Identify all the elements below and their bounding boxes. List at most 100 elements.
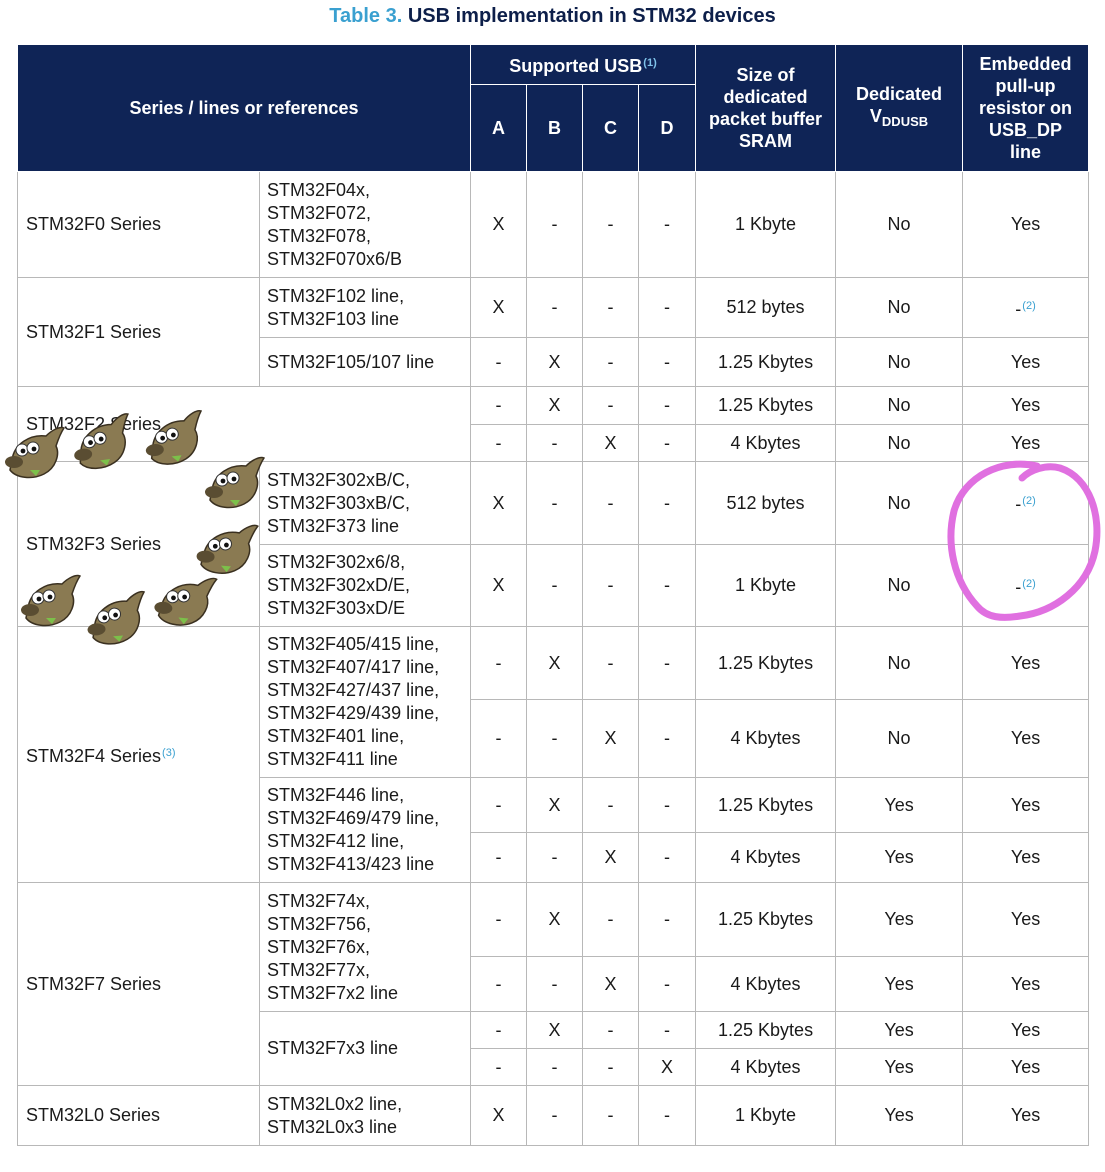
line-reference: STM32F401 line, bbox=[267, 726, 405, 746]
pullup-cell: Yes bbox=[962, 832, 1090, 883]
line-reference: STM32F446 line, bbox=[267, 785, 405, 805]
line-reference: STM32F412 line, bbox=[267, 831, 405, 851]
pullup-cell: Yes bbox=[962, 882, 1090, 957]
usb-c-cell: X bbox=[582, 832, 640, 883]
buffer-cell: 4 Kbytes bbox=[695, 956, 837, 1012]
buffer-cell: 1.25 Kbytes bbox=[695, 882, 837, 957]
usb-a-cell: - bbox=[470, 832, 528, 883]
buffer-cell: 1.25 Kbytes bbox=[695, 386, 837, 425]
buffer-cell: 1.25 Kbytes bbox=[695, 626, 837, 700]
line-reference: STM32F76x, bbox=[267, 936, 371, 957]
header-usb-d: D bbox=[638, 84, 697, 172]
header-usb-a: A bbox=[470, 84, 528, 172]
lines-cell: STM32L0x2 line, STM32L0x3 line bbox=[258, 1085, 472, 1146]
line-reference: STM32F7x2 line bbox=[267, 982, 399, 1003]
lines-cell: STM32F446 line, STM32F469/479 line, STM32F… bbox=[258, 777, 472, 883]
header-pullup: Embedded pull-up resistor on USB_DP line bbox=[962, 44, 1090, 172]
usb-a-cell: - bbox=[470, 956, 528, 1012]
line-reference: STM32F407/417 line, bbox=[267, 657, 440, 677]
pullup-cell: Yes bbox=[962, 1011, 1090, 1049]
usb-b-cell: - bbox=[526, 171, 584, 278]
usb-d-cell: - bbox=[638, 461, 697, 545]
table-title: USB implementation in STM32 devices bbox=[407, 5, 776, 27]
lines-cell: STM32F105/107 line bbox=[258, 337, 472, 387]
vdd-cell: Yes bbox=[835, 1085, 964, 1146]
buffer-cell: 1 Kbyte bbox=[695, 171, 837, 278]
vdd-cell: Yes bbox=[835, 777, 964, 833]
usb-a-cell: - bbox=[470, 1048, 528, 1086]
line-reference: STM32F373 line bbox=[267, 515, 400, 536]
header-usb-c: C bbox=[582, 84, 640, 172]
usb-b-cell: X bbox=[526, 386, 584, 425]
usb-a-cell: - bbox=[470, 882, 528, 957]
line-reference: STM32F102 line, bbox=[267, 285, 405, 306]
usb-c-cell: - bbox=[582, 337, 640, 387]
table-number: Table 3. bbox=[329, 5, 403, 27]
vdd-cell: Yes bbox=[835, 832, 964, 883]
usb-b-cell: - bbox=[526, 1085, 584, 1146]
line-reference: STM32F756, bbox=[267, 913, 372, 934]
vdd-cell: No bbox=[835, 626, 964, 700]
usb-b-cell: - bbox=[526, 956, 584, 1012]
pullup-cell: Yes bbox=[962, 626, 1090, 700]
vdd-cell: Yes bbox=[835, 956, 964, 1012]
usb-c-cell: - bbox=[582, 461, 640, 545]
usb-a-cell: - bbox=[470, 424, 528, 462]
usb-a-cell: - bbox=[470, 386, 528, 425]
usb-d-cell: - bbox=[638, 1085, 697, 1146]
lines-cell: STM32F04x, STM32F072, STM32F078, STM32F070x… bbox=[258, 171, 472, 278]
usb-c-cell: - bbox=[582, 882, 640, 957]
series-cell: STM32F4 Series(3) bbox=[17, 626, 260, 883]
vdd-cell: No bbox=[835, 277, 964, 338]
buffer-cell: 4 Kbytes bbox=[695, 1048, 837, 1086]
footnote-ref: (3) bbox=[162, 746, 176, 759]
usb-d-cell: - bbox=[638, 386, 697, 425]
vdd-cell: Yes bbox=[835, 1011, 964, 1049]
usb-d-cell: - bbox=[638, 171, 697, 278]
line-reference: STM32F411 line bbox=[267, 749, 398, 769]
table-row: STM32F7 Series STM32F74x, STM32F756, STM32F… bbox=[17, 882, 1090, 1086]
buffer-cell: 1 Kbyte bbox=[695, 1085, 837, 1146]
usb-c-cell: - bbox=[582, 1085, 640, 1146]
buffer-cell: 512 bytes bbox=[695, 277, 837, 338]
usb-c-cell: - bbox=[582, 777, 640, 833]
line-reference: STM32L0x3 line bbox=[267, 1116, 398, 1137]
vdd-cell: No bbox=[835, 699, 964, 778]
usb-d-cell: - bbox=[638, 882, 697, 957]
usb-d-cell: - bbox=[638, 424, 697, 462]
usb-a-cell: - bbox=[470, 626, 528, 700]
line-reference: STM32F070x6/B bbox=[267, 248, 403, 269]
buffer-cell: 1.25 Kbytes bbox=[695, 1011, 837, 1049]
usb-c-cell: X bbox=[582, 699, 640, 778]
usb-b-cell: X bbox=[526, 882, 584, 957]
usb-d-cell: - bbox=[638, 956, 697, 1012]
table-body: STM32F0 Series STM32F04x, STM32F072, STM32F… bbox=[16, 171, 1090, 1146]
usb-b-cell: - bbox=[526, 544, 584, 627]
usb-d-cell: - bbox=[638, 544, 697, 627]
header-series: Series / lines or references bbox=[16, 44, 472, 172]
line-reference: STM32F072, bbox=[267, 202, 372, 223]
usb-d-cell: - bbox=[638, 277, 697, 338]
wilber-mascot-icon bbox=[154, 577, 218, 626]
lines-cell: STM32F405/415 line, STM32F407/417 line, ST… bbox=[258, 626, 472, 778]
lines-cell: STM32F74x, STM32F756, STM32F76x, STM32F77x,… bbox=[258, 882, 472, 1012]
usb-a-cell: - bbox=[470, 777, 528, 833]
usb-a-cell: - bbox=[470, 1011, 528, 1049]
wilber-mascot-icon bbox=[205, 456, 266, 509]
line-reference: STM32F103 line bbox=[267, 308, 400, 329]
pullup-cell: Yes bbox=[962, 171, 1090, 278]
footnote-ref: (2) bbox=[1022, 299, 1036, 312]
series-cell: STM32L0 Series bbox=[17, 1085, 260, 1146]
buffer-cell: 1.25 Kbytes bbox=[695, 337, 837, 387]
highlight-circle-annotation bbox=[947, 460, 1101, 621]
usb-c-cell: - bbox=[582, 386, 640, 425]
line-reference: STM32L0x2 line, bbox=[267, 1093, 403, 1114]
line-reference: STM32F427/437 line, bbox=[267, 680, 440, 700]
usb-b-cell: - bbox=[526, 1048, 584, 1086]
line-reference: STM32F302xB/C, bbox=[267, 469, 411, 490]
buffer-cell: 4 Kbytes bbox=[695, 699, 837, 778]
lines-cell: STM32F302xB/C, STM32F303xB/C, STM32F373 li… bbox=[258, 461, 472, 545]
series-cell: STM32F1 Series bbox=[17, 277, 260, 387]
table-row: STM32F4 Series(3) STM32F405/415 line, STM3… bbox=[17, 626, 1090, 883]
usb-d-cell: - bbox=[638, 777, 697, 833]
